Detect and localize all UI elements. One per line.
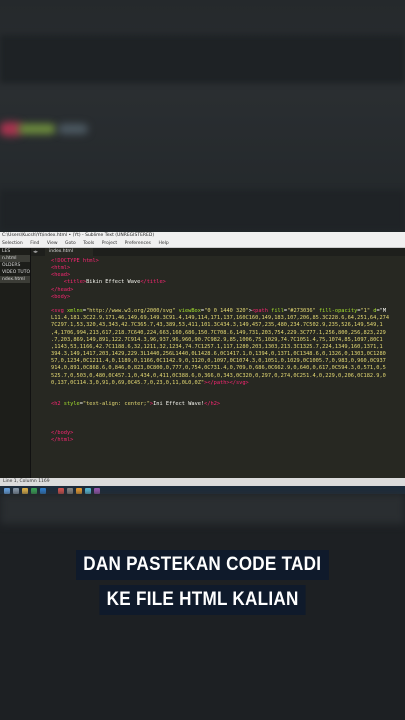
sidebar-header-folders: OLDERS [2, 263, 21, 268]
code-line[interactable] [51, 423, 405, 430]
blurred-background-top [0, 0, 405, 232]
line-number-gutter [31, 256, 49, 478]
menu-item-preferences[interactable]: Preferences [125, 241, 151, 246]
code-line[interactable]: ,1143,53,1166,42.7C1188.6,32,1211,32,123… [51, 344, 405, 351]
tab-index-html[interactable]: index.html [45, 248, 93, 256]
menu-item-find[interactable]: Find [30, 241, 39, 246]
tab-scroll-arrows-icon[interactable]: ◂▸ [33, 248, 38, 256]
sidebar-item-folder[interactable]: VIDEO TUTORI [0, 269, 30, 276]
code-line[interactable] [51, 415, 405, 422]
sidebar-item-file[interactable]: n.html [0, 255, 30, 262]
code-line[interactable]: 7C297.1,53,320,43,343,42.7C365.7,43,389,… [51, 322, 405, 329]
menu-bar: Selection Find View Goto Tools Project P… [0, 240, 405, 248]
code-line[interactable]: .7,203,869,149,891,122.7C914.3,96,937,96… [51, 337, 405, 344]
sidebar-item-file[interactable]: ndex.html [0, 276, 30, 283]
code-line[interactable]: <head> [51, 272, 405, 279]
menu-item-help[interactable]: Help [158, 241, 168, 246]
code-line[interactable]: 394.3,149,1417,203,1429,229.3L1440,256L1… [51, 351, 405, 358]
code-line[interactable]: 525.7,0,503,0,480,0C457.1,0,434,0,411,0C… [51, 373, 405, 380]
menu-item-goto[interactable]: Goto [65, 241, 76, 246]
sublime-text-window: C:\Users\Kucsh\Yt\index.html • (Yt) - Su… [0, 232, 405, 496]
blurred-panel [0, 494, 405, 524]
code-line[interactable] [51, 301, 405, 308]
code-line[interactable] [51, 394, 405, 401]
code-line[interactable]: <!DOCTYPE html> [51, 258, 405, 265]
code-line[interactable] [51, 387, 405, 394]
code-line[interactable]: 0,137,0C114.3,0,91,0,69,0C45.7,0,23,0,11… [51, 380, 405, 387]
caption-line-1: DAN PASTEKAN CODE TADI [76, 550, 329, 580]
code-line[interactable]: <svg xmlns="http://www.w3.org/2000/svg" … [51, 308, 405, 315]
window-title: C:\Users\Kucsh\Yt\index.html • (Yt) - Su… [0, 232, 405, 240]
code-editor[interactable]: <!DOCTYPE html> <html> <head> <title>Bikin… [31, 256, 405, 478]
code-line[interactable]: L11.4,181.3C22.9,171,46,149,69,149.3C91.… [51, 315, 405, 322]
code-line[interactable]: </head> [51, 287, 405, 294]
code-line[interactable]: <body> [51, 294, 405, 301]
code-line[interactable]: </html> [51, 437, 405, 444]
blurred-highlight [18, 124, 56, 134]
status-bar: Line 1, Column 1169 [0, 478, 405, 486]
code-line[interactable] [51, 408, 405, 415]
blurred-panel [0, 35, 405, 83]
code-line[interactable]: <html> [51, 265, 405, 272]
code-content[interactable]: <!DOCTYPE html> <html> <head> <title>Bikin… [51, 258, 405, 444]
menu-item-view[interactable]: View [47, 241, 58, 246]
menu-item-tools[interactable]: Tools [83, 241, 94, 246]
blurred-panel [0, 190, 405, 230]
code-line[interactable]: <title>Bikin Effect Wave</title> [51, 279, 405, 286]
caption-overlay: DAN PASTEKAN CODE TADI KE FILE HTML KALI… [0, 548, 405, 618]
menu-item-project[interactable]: Project [102, 241, 117, 246]
code-line[interactable]: 914,0,891,0C868.6,0,846,0,823,0C800,0,77… [51, 365, 405, 372]
code-line[interactable]: <h2 style="text-align: center;">Ini Effe… [51, 401, 405, 408]
sidebar-header-files: LES [2, 249, 11, 254]
menu-item-selection[interactable]: Selection [2, 241, 23, 246]
blurred-highlight [58, 124, 88, 134]
code-line[interactable]: </body> [51, 430, 405, 437]
code-line[interactable]: 57,0,1234,0C1211.4,0,1189,0,1166,0C1142.… [51, 358, 405, 365]
code-line[interactable]: ,4,1706,994,213,617,218.7C640,224,663,16… [51, 330, 405, 337]
caption-line-2: KE FILE HTML KALIAN [99, 585, 306, 615]
sidebar: LES n.html OLDERS VIDEO TUTORI ndex.html [0, 248, 31, 478]
tab-bar: ◂▸ index.html [31, 248, 405, 256]
